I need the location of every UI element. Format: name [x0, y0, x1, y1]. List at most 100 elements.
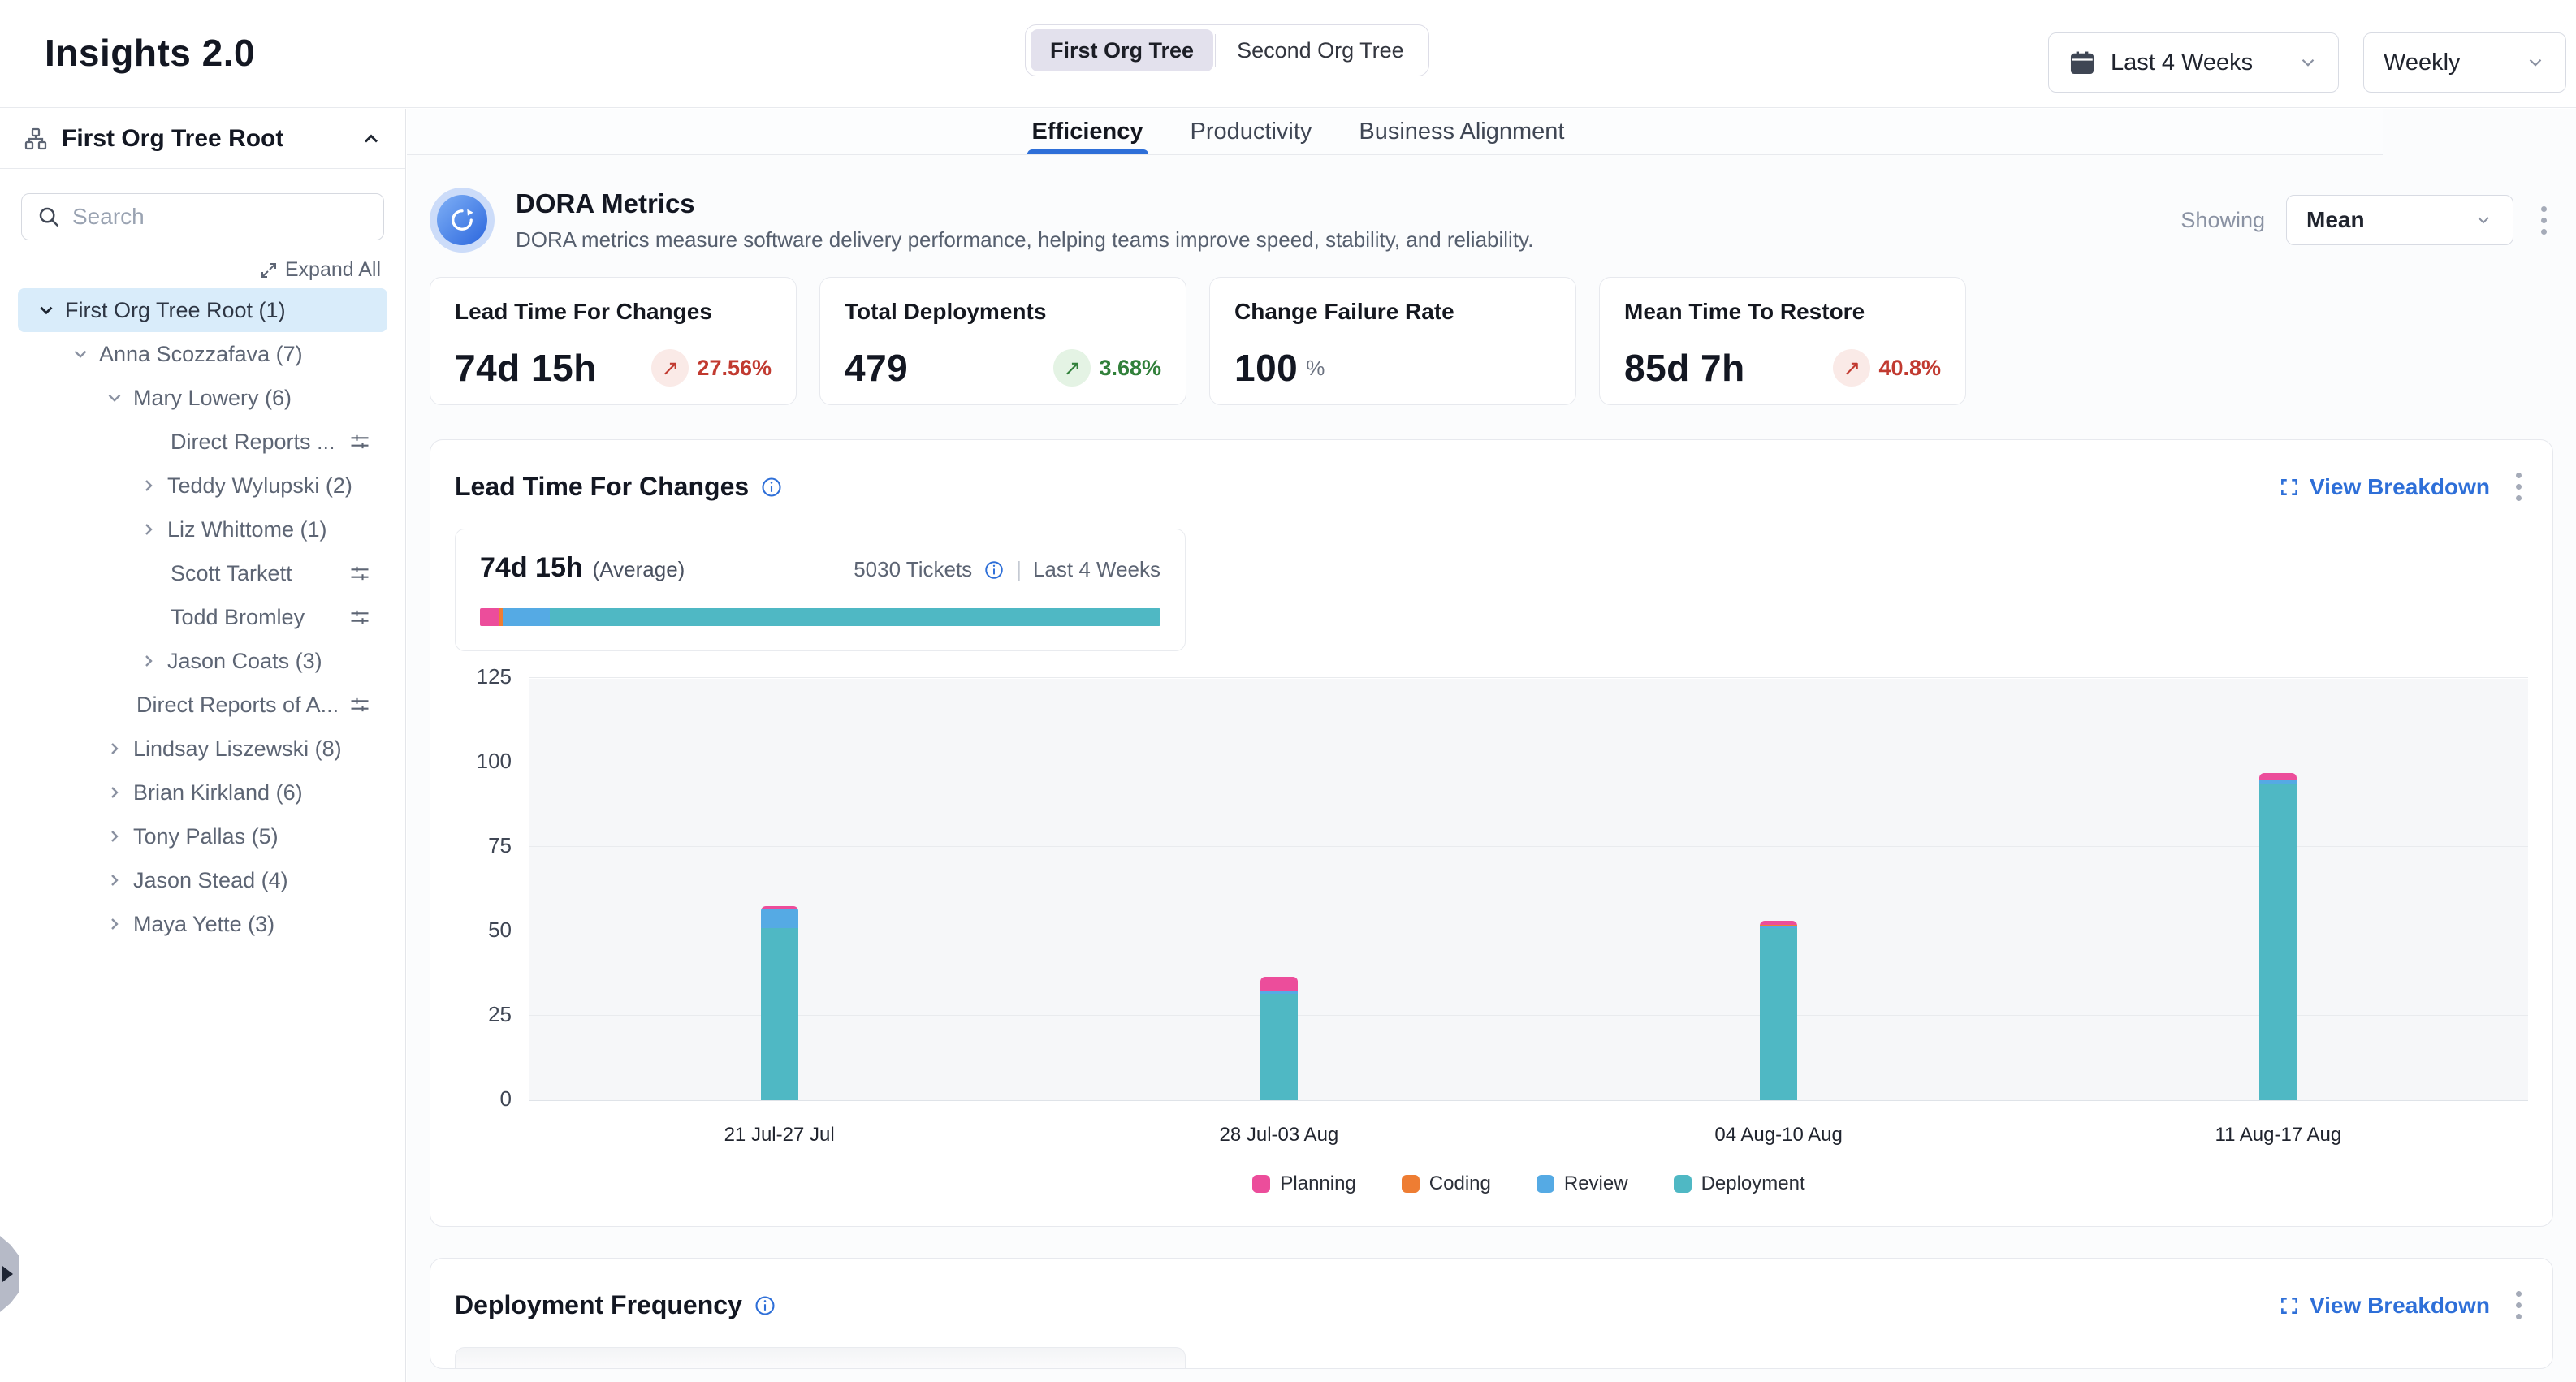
view-breakdown-link[interactable]: View Breakdown — [2279, 1293, 2490, 1319]
info-icon[interactable] — [754, 1294, 776, 1317]
chevron-down-icon — [2525, 52, 2546, 73]
tree-item-jason-coats[interactable]: Jason Coats (3) — [18, 639, 387, 683]
bar-segment-deployment — [2259, 784, 2297, 1100]
expand-all-icon — [259, 261, 279, 280]
legend-item-deployment[interactable]: Deployment — [1674, 1173, 1805, 1195]
tree-item-maya-yette[interactable]: Maya Yette (3) — [18, 902, 387, 946]
chevron-right-icon[interactable] — [135, 520, 162, 539]
filter-sliders-icon[interactable] — [348, 562, 371, 585]
stacked-bar[interactable] — [761, 906, 798, 1100]
aggregation-select[interactable]: Mean — [2286, 195, 2513, 245]
stat-card-lead-time: Lead Time For Changes 74d 15h ↗ 27.56% — [430, 277, 797, 405]
legend-label: Review — [1564, 1173, 1628, 1195]
bar-segment-deployment — [1760, 928, 1797, 1100]
phase-distribution-bar — [480, 608, 1160, 626]
dora-title: DORA Metrics — [516, 188, 1533, 219]
sidebar-search[interactable] — [21, 193, 384, 240]
bar-segment-deployment — [1260, 994, 1298, 1100]
granularity-value: Weekly — [2384, 50, 2461, 76]
deployment-frequency-card: Deployment Frequency Vi — [430, 1258, 2553, 1369]
y-tick-label: 0 — [455, 1086, 512, 1112]
tree-item-direct-reports-of-a[interactable]: Direct Reports of A... — [18, 683, 387, 727]
tickets-count: 5030 Tickets — [854, 557, 972, 582]
chart-plot[interactable]: 0255075100125 — [529, 679, 2528, 1101]
legend-label: Coding — [1429, 1173, 1491, 1195]
deployment-frequency-kebab-menu[interactable] — [2509, 1285, 2528, 1326]
date-range-value: Last 4 Weeks — [2111, 50, 2253, 76]
filter-sliders-icon[interactable] — [348, 606, 371, 628]
distribution-segment-planning — [480, 608, 499, 626]
legend-label: Planning — [1280, 1173, 1355, 1195]
tree-item-tony-pallas[interactable]: Tony Pallas (5) — [18, 814, 387, 858]
iteration-loop-icon — [437, 195, 487, 245]
chevron-down-icon[interactable] — [32, 300, 60, 321]
tree-item-brian-kirkland[interactable]: Brian Kirkland (6) — [18, 771, 387, 814]
legend-item-coding[interactable]: Coding — [1402, 1173, 1491, 1195]
tree-item-todd-bromley[interactable]: Todd Bromley — [18, 595, 387, 639]
granularity-select[interactable]: Weekly — [2363, 32, 2566, 93]
filter-sliders-icon[interactable] — [348, 430, 371, 453]
legend-item-review[interactable]: Review — [1537, 1173, 1628, 1195]
tree-item-jason-stead[interactable]: Jason Stead (4) — [18, 858, 387, 902]
legend-swatch — [1537, 1175, 1554, 1193]
expand-all-button[interactable]: Expand All — [0, 258, 381, 282]
tab-productivity[interactable]: Productivity — [1186, 109, 1317, 154]
tree-item-lindsay-liszewski[interactable]: Lindsay Liszewski (8) — [18, 727, 387, 771]
tree-item-scott-tarkett[interactable]: Scott Tarkett — [18, 551, 387, 595]
chevron-right-icon[interactable] — [101, 827, 128, 846]
tree-item-teddy-wylupski[interactable]: Teddy Wylupski (2) — [18, 464, 387, 507]
distribution-segment-review — [503, 608, 551, 626]
stacked-bar[interactable] — [2259, 773, 2297, 1100]
tab-efficiency[interactable]: Efficiency — [1027, 109, 1148, 154]
dora-kebab-menu[interactable] — [2535, 200, 2553, 241]
average-value: 74d 15h — [480, 552, 583, 584]
delta-badge: ↗ 40.8% — [1833, 349, 1941, 387]
stat-card-total-deployments: Total Deployments 479 ↗ 3.68% — [819, 277, 1186, 405]
dora-icon-ring — [430, 188, 495, 253]
tree-item-anna-scozzafava[interactable]: Anna Scozzafava (7) — [18, 332, 387, 376]
dora-metrics-header: DORA Metrics DORA metrics measure softwa… — [430, 188, 2553, 253]
info-icon[interactable] — [760, 476, 783, 499]
gridline — [529, 1015, 2528, 1016]
y-tick-label: 50 — [455, 918, 512, 943]
tree-item-first-org-tree-root[interactable]: First Org Tree Root (1) — [18, 288, 387, 332]
stat-card-mean-time-to-restore: Mean Time To Restore 85d 7h ↗ 40.8% — [1599, 277, 1966, 405]
chevron-right-icon[interactable] — [101, 914, 128, 934]
trend-up-icon: ↗ — [1833, 349, 1870, 387]
stacked-bar[interactable] — [1760, 921, 1797, 1100]
chevron-right-icon[interactable] — [101, 739, 128, 758]
org-tab-second[interactable]: Second Org Tree — [1217, 29, 1424, 71]
tab-business-alignment[interactable]: Business Alignment — [1354, 109, 1569, 154]
chevron-right-icon[interactable] — [101, 870, 128, 890]
calendar-icon — [2068, 49, 2096, 76]
chevron-down-icon[interactable] — [101, 387, 128, 408]
date-range-select[interactable]: Last 4 Weeks — [2048, 32, 2339, 93]
chevron-right-icon[interactable] — [101, 783, 128, 802]
chevron-right-icon[interactable] — [135, 651, 162, 671]
chevron-right-icon[interactable] — [135, 476, 162, 495]
org-tab-first[interactable]: First Org Tree — [1031, 29, 1213, 71]
legend-label: Deployment — [1701, 1173, 1805, 1195]
bar-segment-planning — [1260, 977, 1298, 991]
tree-item-direct-reports[interactable]: Direct Reports ... — [18, 420, 387, 464]
tree-item-liz-whittome[interactable]: Liz Whittome (1) — [18, 507, 387, 551]
chevron-down-icon — [2474, 210, 2493, 230]
collapse-panel-chevron-up-icon[interactable] — [360, 127, 383, 150]
legend-swatch — [1252, 1175, 1270, 1193]
chevron-down-icon[interactable] — [67, 343, 94, 365]
dora-subtitle: DORA metrics measure software delivery p… — [516, 227, 1533, 253]
filter-sliders-icon[interactable] — [348, 693, 371, 716]
delta-badge: ↗ 27.56% — [651, 349, 772, 387]
stacked-bar[interactable] — [1260, 977, 1298, 1100]
tree-item-mary-lowery[interactable]: Mary Lowery (6) — [18, 376, 387, 420]
search-input[interactable] — [72, 204, 369, 230]
showing-label: Showing — [2181, 208, 2265, 233]
info-icon[interactable] — [983, 559, 1005, 581]
lead-time-kebab-menu[interactable] — [2509, 466, 2528, 507]
view-breakdown-link[interactable]: View Breakdown — [2279, 474, 2490, 500]
gridline — [529, 846, 2528, 847]
legend-item-planning[interactable]: Planning — [1252, 1173, 1355, 1195]
x-axis: 21 Jul-27 Jul28 Jul-03 Aug04 Aug-10 Aug1… — [529, 1101, 2528, 1158]
top-header: Insights 2.0 First Org Tree Second Org T… — [0, 0, 2576, 108]
y-tick-label: 125 — [455, 664, 512, 689]
